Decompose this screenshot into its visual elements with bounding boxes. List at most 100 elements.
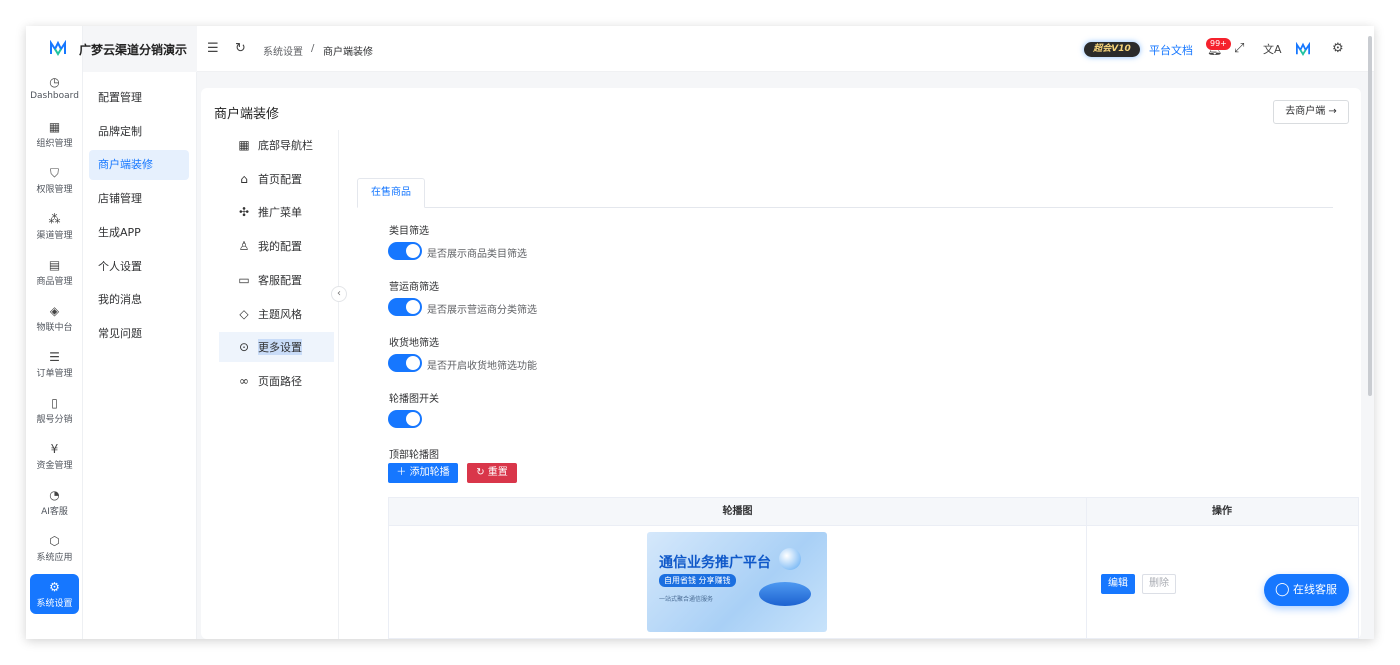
fullscreen-icon[interactable]: ⤢	[1234, 41, 1244, 56]
setting-toggle[interactable]	[388, 242, 422, 260]
rail-item-label: 权限管理	[36, 184, 73, 195]
tab-bar: 在售商品	[357, 178, 1333, 208]
docs-link[interactable]: 平台文档	[1149, 42, 1193, 58]
rail-item-1[interactable]: ◷ Dashboard	[30, 68, 79, 108]
rail-item-label: 渠道管理	[36, 230, 73, 241]
more-icon: ⊙	[238, 340, 250, 355]
menu2-item-7[interactable]: 我的消息	[89, 285, 189, 315]
page-scrollbar[interactable]	[1368, 36, 1372, 396]
puzzle-icon: ✣	[238, 205, 250, 220]
edit-button[interactable]: 编辑	[1101, 574, 1135, 594]
breadcrumb-item-settings[interactable]: 系统设置	[263, 43, 303, 58]
banner-title: 通信业务推广平台	[659, 555, 771, 571]
rail-item-label: 资金管理	[36, 460, 73, 471]
user-icon: ♙	[238, 239, 250, 254]
setting-toggle[interactable]	[388, 354, 422, 372]
menu2-item-4[interactable]: 店铺管理	[89, 184, 189, 214]
online-service-button[interactable]: ◯ 在线客服	[1264, 574, 1349, 606]
menu-fold-icon[interactable]: ☰	[207, 41, 219, 56]
rail-item-8[interactable]: ▯ 靓号分销	[30, 390, 79, 430]
setting-toggle[interactable]	[388, 298, 422, 316]
setting-label: 轮播图开关	[389, 394, 439, 405]
brand-logo	[50, 40, 66, 56]
reset-label: 重置	[487, 467, 508, 478]
submenu-item-label: 底部导航栏	[258, 139, 313, 152]
reset-icon: ↻	[476, 467, 485, 478]
menu2-item-5[interactable]: 生成APP	[89, 218, 189, 248]
menu2-item-1[interactable]: 配置管理	[89, 83, 189, 113]
arrow-right-icon: →	[1328, 106, 1337, 117]
setting-label: 收货地筛选	[389, 338, 439, 349]
submenu-item-6[interactable]: ◇ 主题风格	[219, 299, 334, 329]
go-merchant-button[interactable]: 去商户端 →	[1273, 100, 1349, 124]
theme-icon: ◇	[239, 306, 249, 321]
rail-item-label: Dashboard	[30, 91, 79, 101]
phone-icon: ▯	[51, 395, 58, 410]
banner-subtitle: 自用省钱 分享赚钱	[659, 574, 736, 587]
submenu-item-1[interactable]: ▦ 底部导航栏	[219, 130, 334, 160]
add-carousel-button[interactable]: ＋ 添加轮播	[388, 463, 458, 483]
rail-item-9[interactable]: ¥ 资金管理	[30, 436, 79, 476]
submenu-item-2[interactable]: ⌂ 首页配置	[219, 164, 334, 194]
reset-button[interactable]: ↻ 重置	[467, 463, 517, 483]
rail-item-2[interactable]: ▦ 组织管理	[30, 114, 79, 154]
delete-button[interactable]: 删除	[1142, 574, 1176, 594]
rail-item-10[interactable]: ◔ AI客服	[30, 482, 79, 522]
translate-icon[interactable]: 文A	[1263, 41, 1282, 57]
list-icon: ☰	[49, 349, 60, 364]
submenu-item-7[interactable]: ⊙ 更多设置	[219, 332, 334, 363]
platform-graphic	[759, 582, 811, 606]
grid-icon: ▦	[238, 138, 250, 152]
submenu-item-8[interactable]: ∞ 页面路径	[219, 366, 334, 396]
settings-gear-icon[interactable]: ⚙	[1332, 41, 1344, 56]
submenu-item-5[interactable]: ▭ 客服配置	[219, 265, 334, 295]
rail-item-3[interactable]: ⛉ 权限管理	[30, 160, 79, 200]
rail-item-label: AI客服	[41, 506, 68, 517]
column-divider	[1086, 498, 1087, 639]
submenu-item-label: 页面路径	[258, 374, 302, 388]
app-window: ◷ Dashboard ▦ 组织管理 ⛉ 权限管理 ⁂ 渠道管理 ▤ 商品管理 ◈ 物联中台 ☰ 订单管理…	[26, 26, 1374, 639]
submenu-item-3[interactable]: ✣ 推广菜单	[219, 197, 334, 227]
rail-item-4[interactable]: ⁂ 渠道管理	[30, 206, 79, 246]
robot-icon: ◔	[49, 487, 60, 502]
column-header-actions: 操作	[1212, 506, 1232, 517]
rail-item-6[interactable]: ◈ 物联中台	[30, 298, 79, 338]
secondary-menu: 配置管理品牌定制 商户端装修 店铺管理生成APP 个人设置 我的消息常见问题	[83, 72, 197, 639]
shop-icon: ▤	[48, 257, 61, 272]
rail-item-7[interactable]: ☰ 订单管理	[30, 344, 79, 384]
online-service-label: 在线客服	[1293, 583, 1337, 596]
rail-item-label: 系统设置	[36, 598, 73, 609]
rail-item-11[interactable]: ⬡ 系统应用	[30, 528, 79, 568]
notification-badge: 99+	[1206, 38, 1231, 50]
shield-icon: ⛉	[49, 165, 59, 180]
box-icon: ⬡	[49, 533, 60, 548]
brand-logo-small[interactable]	[1296, 42, 1310, 56]
message-icon: ▭	[238, 272, 250, 287]
brand-name: 广梦云渠道分销演示	[79, 43, 188, 57]
rail-item-label: 组织管理	[36, 138, 73, 149]
collapse-chevron-icon[interactable]: ‹	[331, 286, 347, 302]
submenu-item-label: 我的配置	[258, 240, 302, 254]
main-card: 商户端装修 去商户端 → ▦ 底部导航栏 ⌂ 首页配置 ✣ 推广菜单 ♙ 我的配置 ▭ 客服配置 ◇…	[201, 88, 1361, 639]
submenu-item-label: 首页配置	[258, 172, 302, 186]
submenu-item-label: 客服配置	[258, 273, 302, 287]
menu2-item-6[interactable]: 个人设置	[89, 252, 189, 282]
setting-toggle[interactable]	[388, 410, 422, 428]
menu2-item-8[interactable]: 常见问题	[89, 319, 189, 349]
tab-on-sale[interactable]: 在售商品	[357, 178, 425, 208]
rail-item-5[interactable]: ▤ 商品管理	[30, 252, 79, 292]
rail-item-12[interactable]: ⚙ 系统设置	[30, 574, 79, 614]
setting-label: 营运商筛选	[389, 282, 439, 293]
share-nodes-icon: ⁂	[48, 211, 61, 226]
menu2-item-2[interactable]: 品牌定制	[89, 117, 189, 147]
rail-item-label: 商品管理	[36, 276, 73, 287]
menu2-item-3[interactable]: 商户端装修	[89, 150, 189, 181]
submenu-item-4[interactable]: ♙ 我的配置	[219, 231, 334, 261]
wallet-icon: ¥	[50, 441, 59, 456]
dashboard-icon: ◷	[49, 75, 60, 89]
banner-caption: 一站式聚合通信服务	[659, 596, 714, 603]
vip-badge[interactable]: 超会V10	[1084, 42, 1140, 57]
link-icon: ∞	[239, 373, 249, 388]
setting-hint: 是否展示商品类目筛选	[427, 249, 527, 260]
refresh-icon[interactable]: ↻	[235, 41, 246, 56]
